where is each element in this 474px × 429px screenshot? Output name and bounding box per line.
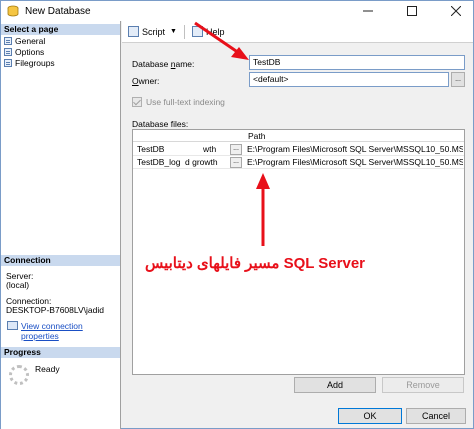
arrow-to-name-icon: [194, 21, 249, 60]
annotation-arrows: [194, 21, 270, 246]
annotation-text: مسیر فایلهای دیتابیس SQL Server: [144, 255, 366, 272]
arrow-to-path-icon: [256, 173, 270, 246]
new-database-window: New Database Select a page General Optio…: [0, 0, 474, 429]
